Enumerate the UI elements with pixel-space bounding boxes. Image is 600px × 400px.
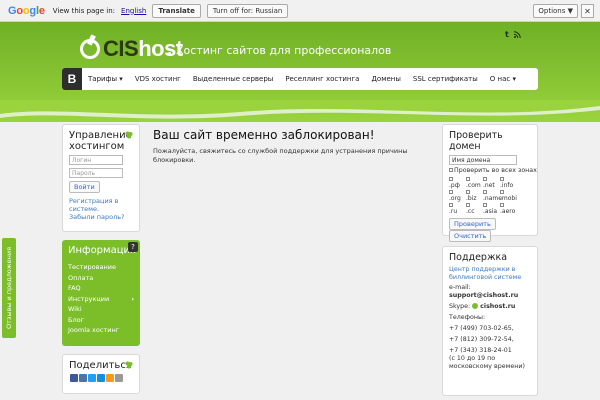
twitter-icon[interactable] [88,374,96,382]
domain-input[interactable]: Имя домена [449,155,517,165]
translate-bar: Google View this page in: English Transl… [0,0,600,22]
info-item-blog[interactable]: Блог [68,315,140,326]
nav-item-domains[interactable]: Домены [365,75,406,83]
close-icon[interactable]: ✕ [581,4,594,18]
clear-button[interactable]: Очистить [449,230,492,242]
block-message: Пожалуйста, свяжитесь со службой поддерж… [153,147,408,164]
nav-item-tariffs[interactable]: Тарифы ▾ [82,75,129,83]
header-wave [0,100,600,119]
phone-number: +7 (812) 309-72-54, [449,336,514,343]
info-item-testing[interactable]: Тестирование [68,262,140,273]
main-content: Ваш сайт временно заблокирован! Пожалуйс… [153,128,433,165]
zone-checkbox[interactable]: .mobi [500,190,517,202]
site-tagline: Хостинг сайтов для профессионалов [167,44,392,57]
home-icon[interactable]: B [62,68,82,90]
zone-list: .рф .com .net .info .org .biz .name .mob… [449,177,537,215]
zone-checkbox[interactable]: .biz [466,190,483,202]
options-button[interactable]: Options ▼ [533,4,578,18]
phone-number: +7 (499) 703-02-65, [449,325,514,332]
zone-checkbox[interactable]: .cc [466,203,483,215]
zone-checkbox[interactable]: .net [483,177,500,189]
more-share-icon[interactable] [115,374,123,382]
info-box: Информация ? Тестирование Оплата FAQ Инс… [62,240,140,346]
page-title: Ваш сайт временно заблокирован! [153,128,375,142]
zone-checkbox[interactable]: .org [449,190,466,202]
login-input[interactable]: Логин [69,155,123,165]
forgot-password-link[interactable]: Забыли пароль? [69,213,139,221]
twitter-icon[interactable]: t [505,30,509,39]
login-button[interactable]: Войти [69,181,100,193]
check-all-zones[interactable]: Проверить во всех зонах [449,167,537,175]
domain-check-title: Проверить домен [449,130,503,152]
phones-label: Телефоны: [449,314,486,321]
register-link[interactable]: Регистрация в системе. [69,197,139,213]
checkbox-icon [449,168,453,172]
google-logo: Google [8,4,45,17]
info-item-payment[interactable]: Оплата [68,273,140,284]
zone-checkbox[interactable]: .info [500,177,517,189]
rss-icon[interactable] [514,31,521,38]
support-box: Поддержка Центр поддержки в биллинговой … [442,246,538,396]
leaf-icon [125,361,133,369]
nav-item-vds[interactable]: VDS хостинг [129,75,187,83]
translate-button[interactable]: Translate [152,3,201,18]
nav-item-about[interactable]: О нас ▾ [484,75,522,83]
zone-checkbox[interactable]: .name [483,190,502,202]
check-domain-button[interactable]: Проверить [449,218,496,230]
support-hours: (с 10 до 19 по московскому времени) [449,355,525,370]
info-item-faq[interactable]: FAQ [68,283,140,294]
domain-check-box: Проверить домен Имя домена Проверить во … [442,124,538,242]
password-input[interactable]: Пароль [69,168,123,178]
main-nav: B Тарифы ▾ VDS хостинг Выделенные сервер… [62,68,538,90]
site-logo[interactable]: CIShost [80,36,183,62]
language-select[interactable]: English [121,7,146,15]
info-item-joomla[interactable]: Joomla хостинг [68,325,140,336]
odnoklassniki-icon[interactable] [106,374,114,382]
logo-prefix: CIS [103,36,139,61]
leaf-icon [125,131,133,139]
support-title: Поддержка [449,252,508,263]
share-box: Поделиться [62,354,140,394]
skype-row[interactable]: Skype: cishost.ru [449,303,531,311]
zone-checkbox[interactable]: .aero [500,203,517,215]
info-item-wiki[interactable]: Wiki [68,304,140,315]
nav-item-ssl[interactable]: SSL сертификаты [407,75,484,83]
email-label: e-mail: [449,284,471,291]
nav-item-dedicated[interactable]: Выделенные серверы [187,75,279,83]
phone-number: +7 (343) 318-24-01 [449,347,512,354]
facebook-icon[interactable] [70,374,78,382]
logo-power-icon [80,39,100,59]
zone-checkbox[interactable]: .ru [449,203,466,215]
help-icon[interactable]: ? [128,242,138,252]
nav-item-reselling[interactable]: Реселлинг хостинга [279,75,365,83]
turn-off-button[interactable]: Turn off for: Russian [206,3,289,18]
vkontakte-icon[interactable] [79,374,87,382]
info-item-instructions[interactable]: Инструкции › [68,294,140,305]
zone-checkbox[interactable]: .com [466,177,483,189]
feedback-label: Отзывы и предложения [5,246,13,330]
translate-prompt: View this page in: [52,6,116,15]
zone-checkbox[interactable]: .asia [483,203,500,215]
support-center-link[interactable]: Центр поддержки в биллинговой системе [449,266,531,282]
zone-checkbox[interactable]: .рф [449,177,466,189]
chevron-right-icon: › [131,294,134,303]
login-box: Управление хостингом Логин Пароль Войти … [62,124,140,232]
support-email[interactable]: support@cishost.ru [449,292,531,300]
feedback-tab[interactable]: Отзывы и предложения [2,238,16,338]
mailru-icon[interactable] [97,374,105,382]
skype-icon [472,303,479,309]
